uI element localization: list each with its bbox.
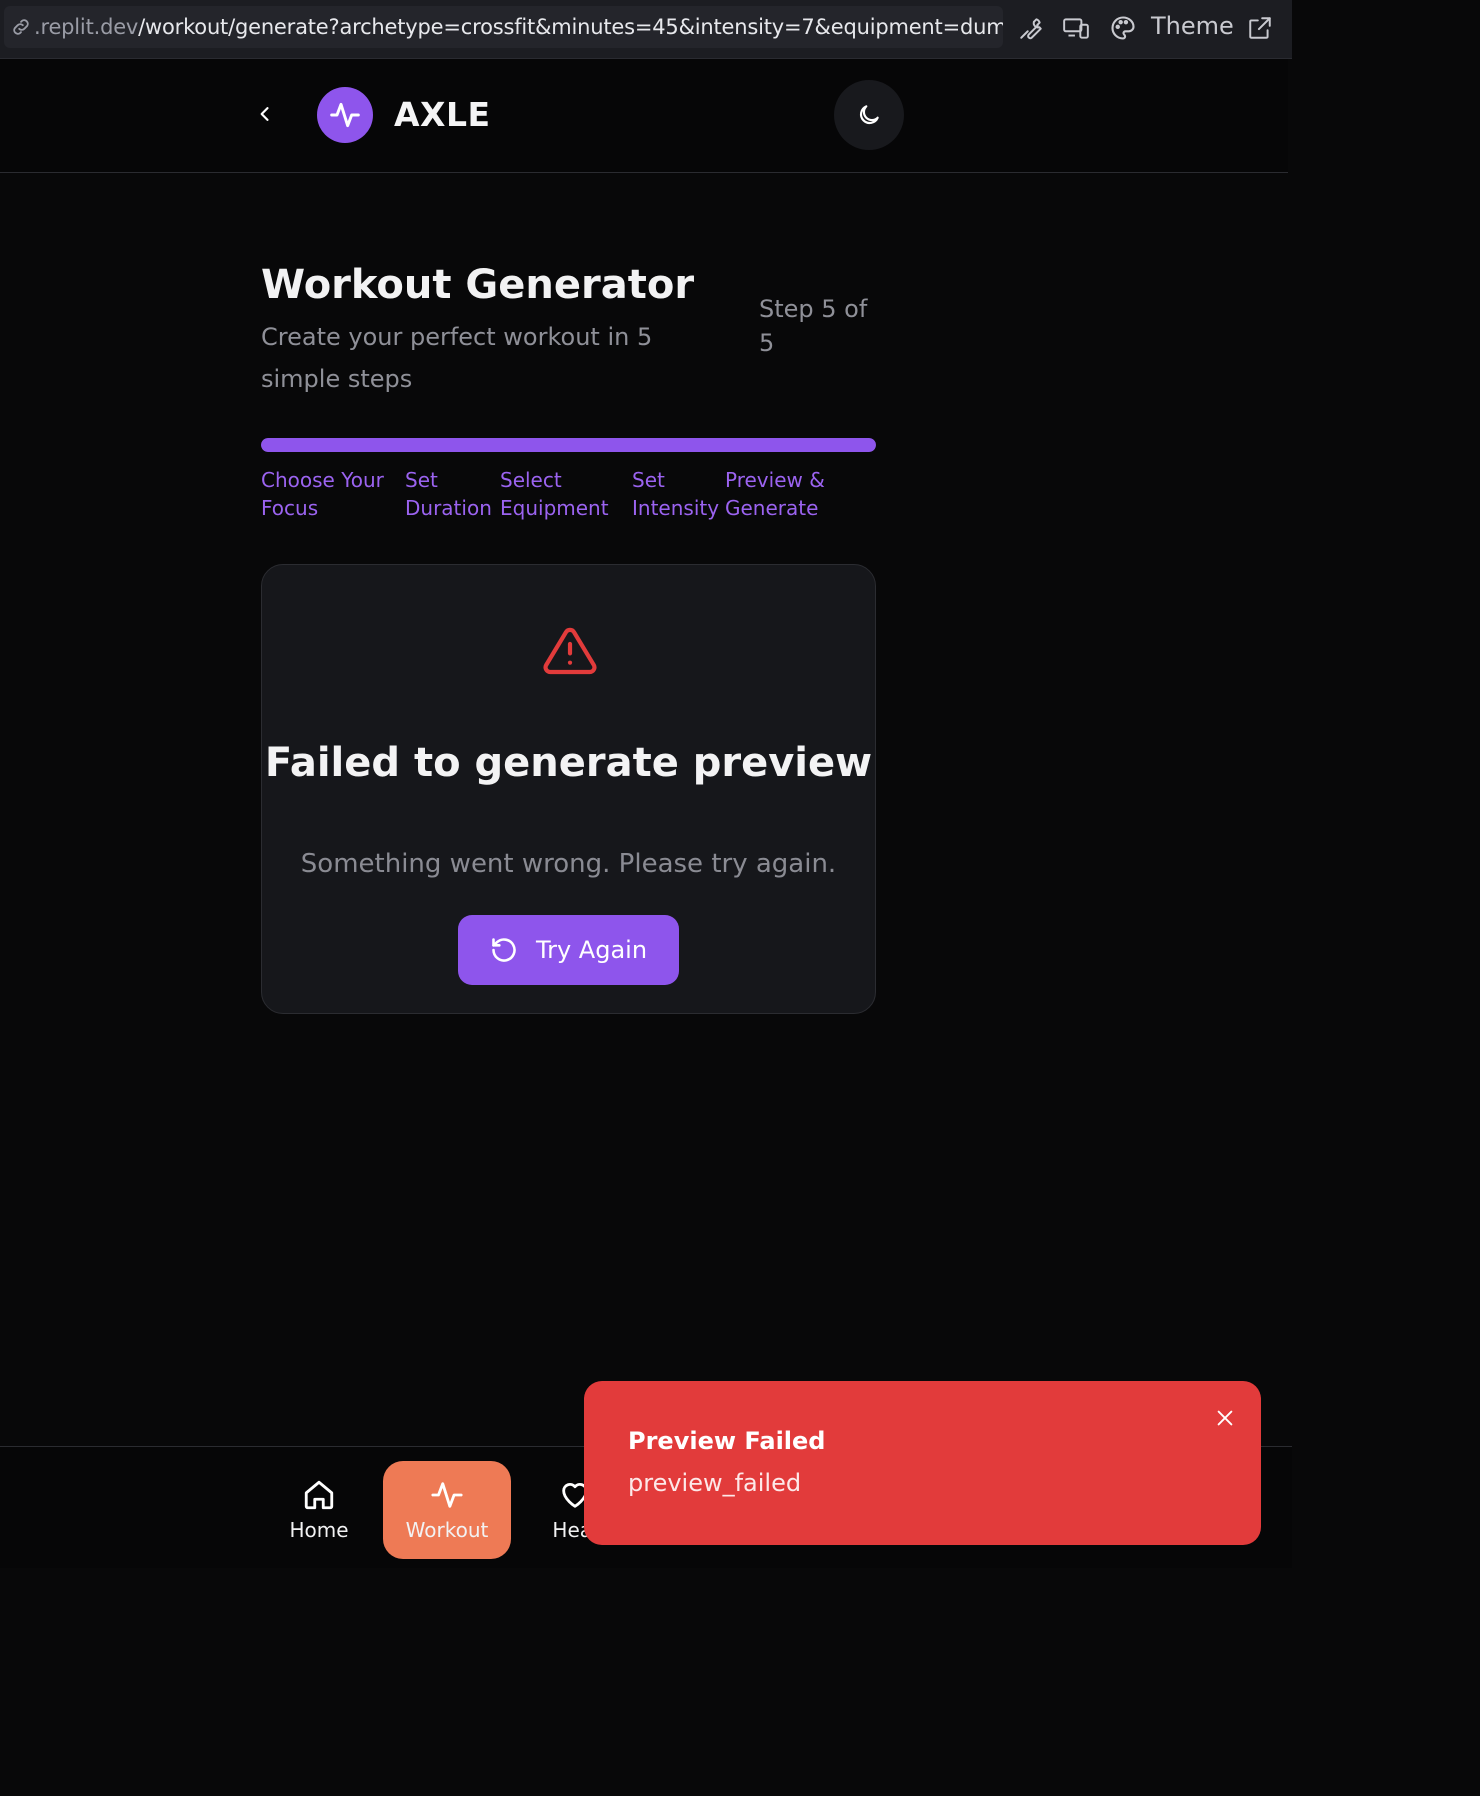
step-label-intensity[interactable]: Set Intensity <box>632 466 722 522</box>
brand-name: AXLE <box>394 95 491 134</box>
try-again-label: Try Again <box>535 936 648 964</box>
palette-icon[interactable] <box>1107 12 1139 44</box>
theme-toggle-button[interactable] <box>834 80 904 150</box>
nav-label-workout: Workout <box>405 1518 489 1542</box>
step-label-preview[interactable]: Preview & Generate <box>725 466 845 522</box>
theme-label[interactable]: Theme <box>1151 12 1234 40</box>
url-bar[interactable]: .replit.dev/workout/generate?archetype=c… <box>4 6 1003 48</box>
nav-item-home[interactable]: Home <box>255 1461 383 1559</box>
error-card: Failed to generate preview Something wen… <box>261 564 876 1014</box>
home-icon <box>304 1480 334 1510</box>
url-path: /workout/generate?archetype=crossfit&min… <box>138 15 1003 39</box>
url-host: .replit.dev <box>34 15 139 39</box>
refresh-icon <box>492 938 516 962</box>
toast-close-button[interactable] <box>1210 1403 1240 1433</box>
external-link-icon[interactable] <box>1244 12 1276 44</box>
logo[interactable] <box>317 87 373 143</box>
link-icon <box>13 19 29 35</box>
toast-title: Preview Failed <box>628 1427 826 1455</box>
try-again-button[interactable]: Try Again <box>458 915 679 985</box>
step-indicator: Step 5 of 5 <box>759 295 868 357</box>
step-label-focus[interactable]: Choose Your Focus <box>261 466 401 522</box>
app-header: AXLE <box>0 59 1288 173</box>
page-title: Workout Generator <box>261 262 695 308</box>
url-text: .replit.dev/workout/generate?archetype=c… <box>34 15 1003 39</box>
close-icon <box>1217 1410 1233 1426</box>
progress-bar <box>261 438 876 452</box>
toast-description: preview_failed <box>628 1469 802 1497</box>
page-subtitle: Create your perfect workout in 5 simple … <box>261 323 653 393</box>
devices-icon[interactable] <box>1060 12 1092 44</box>
error-title: Failed to generate preview <box>264 740 873 786</box>
error-message: Something went wrong. Please try again. <box>300 849 837 879</box>
nav-item-workout[interactable]: Workout <box>383 1461 511 1559</box>
moon-icon <box>859 105 879 125</box>
wrench-icon[interactable] <box>1015 12 1047 44</box>
warning-icon <box>543 627 597 675</box>
step-label-equipment[interactable]: Select Equipment <box>500 466 625 522</box>
browser-toolbar: .replit.dev/workout/generate?archetype=c… <box>0 0 1292 59</box>
back-button[interactable] <box>250 99 280 129</box>
activity-icon <box>431 1482 463 1508</box>
chevron-left-icon <box>260 107 269 121</box>
nav-label-home: Home <box>289 1518 349 1542</box>
progress-fill <box>261 438 876 452</box>
step-label-duration[interactable]: Set Duration <box>405 466 495 522</box>
activity-icon <box>330 102 360 128</box>
error-toast: Preview Failed preview_failed <box>584 1381 1261 1545</box>
